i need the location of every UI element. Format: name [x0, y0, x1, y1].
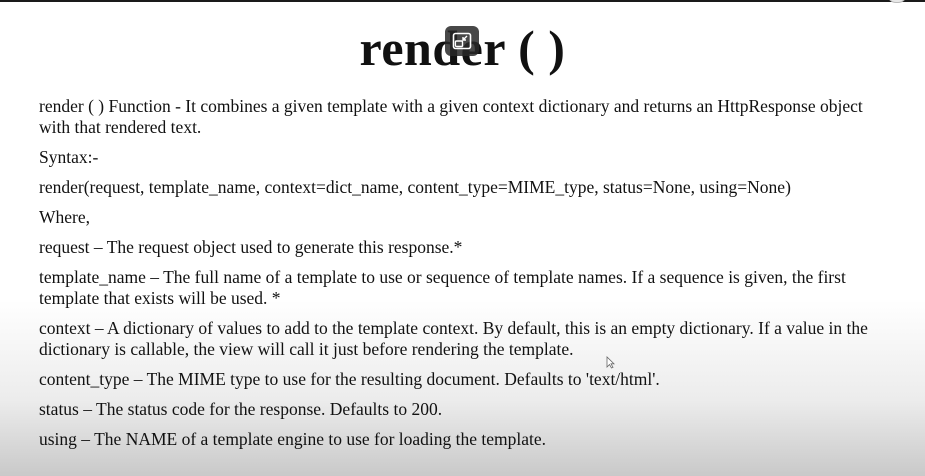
param-content-type: content_type – The MIME type to use for …: [39, 369, 660, 389]
param-request: request – The request object used to gen…: [39, 237, 463, 257]
pip-exit-icon: [452, 32, 472, 50]
syntax-heading: Syntax:-: [39, 147, 99, 167]
param-template-name: template_name – The full name of a templ…: [39, 267, 846, 308]
param-status: status – The status code for the respons…: [39, 399, 443, 419]
slide-content: render ( ) Function - It combines a give…: [39, 96, 874, 459]
mouse-cursor-icon: [606, 356, 615, 369]
top-border: [0, 0, 925, 2]
definition-paragraph: render ( ) Function - It combines a give…: [39, 96, 863, 137]
syntax-line: render(request, template_name, context=d…: [39, 177, 791, 197]
exit-picture-in-picture-button[interactable]: [445, 26, 479, 56]
where-label: Where,: [39, 207, 91, 227]
param-using: using – The NAME of a template engine to…: [39, 429, 547, 449]
param-context: context – A dictionary of values to add …: [39, 318, 868, 359]
